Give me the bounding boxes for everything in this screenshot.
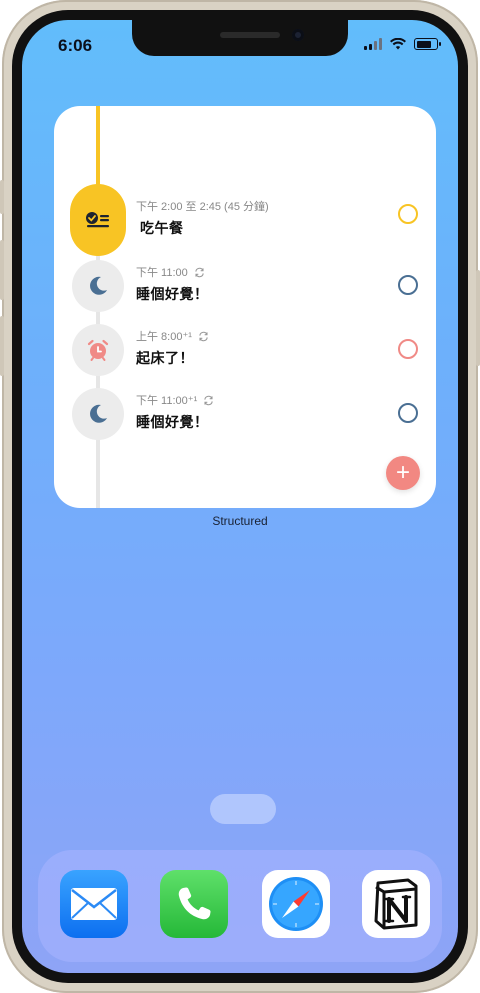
safari-app-icon[interactable] xyxy=(262,870,330,938)
timeline-item[interactable]: 下午 11:00 睡個好覺！ xyxy=(54,256,436,316)
structured-widget[interactable]: 下午 2:00 至 2:45 (45 分鐘) 吃午餐 下午 11:00 睡個好覺… xyxy=(54,106,436,508)
task-icon-node xyxy=(72,260,124,312)
dock xyxy=(38,850,442,962)
task-time: 下午 11:00⁺¹ xyxy=(136,395,198,407)
repeat-icon xyxy=(204,395,213,405)
complete-checkbox[interactable] xyxy=(398,275,418,295)
notch xyxy=(132,20,348,56)
signal-icon xyxy=(364,38,382,50)
envelope-icon xyxy=(71,888,117,920)
speaker xyxy=(220,32,280,38)
silent-switch xyxy=(0,180,4,214)
battery-icon xyxy=(414,38,441,50)
alarm-icon xyxy=(87,339,109,361)
volume-down-button xyxy=(0,316,4,376)
task-icon-node xyxy=(72,324,124,376)
phone-handset-icon xyxy=(178,887,211,920)
compass-icon xyxy=(269,877,323,931)
task-title: 吃午餐 xyxy=(140,220,184,236)
task-title: 起床了！ xyxy=(136,350,194,366)
repeat-icon xyxy=(199,331,208,341)
repeat-icon xyxy=(195,267,204,277)
status-icons xyxy=(364,38,441,50)
notion-logo-icon xyxy=(374,878,418,930)
checklist-icon xyxy=(86,212,109,228)
moon-icon xyxy=(90,276,107,295)
complete-checkbox[interactable] xyxy=(398,204,418,224)
timeline-progress xyxy=(96,106,100,188)
timeline-item[interactable]: 上午 8:00⁺¹ 起床了！ xyxy=(54,320,436,380)
status-time: 6:06 xyxy=(58,36,93,55)
task-title: 睡個好覺！ xyxy=(136,286,209,302)
volume-up-button xyxy=(0,240,4,300)
front-camera xyxy=(292,29,304,41)
task-time: 下午 11:00 xyxy=(136,267,188,279)
timeline-item[interactable]: 下午 11:00⁺¹ 睡個好覺！ xyxy=(54,384,436,444)
moon-icon xyxy=(90,404,107,423)
complete-checkbox[interactable] xyxy=(398,339,418,359)
complete-checkbox[interactable] xyxy=(398,403,418,423)
task-time: 下午 2:00 至 2:45 (45 分鐘) xyxy=(136,201,269,213)
task-time: 上午 8:00⁺¹ xyxy=(136,331,192,343)
task-icon-node xyxy=(70,184,126,256)
timeline-item[interactable]: 下午 2:00 至 2:45 (45 分鐘) 吃午餐 xyxy=(54,184,436,256)
page-indicator[interactable] xyxy=(210,794,276,824)
add-task-button[interactable]: + xyxy=(386,456,420,490)
task-icon-node xyxy=(72,388,124,440)
phone-app-icon[interactable] xyxy=(160,870,228,938)
power-button xyxy=(476,270,480,366)
widget-label: Structured xyxy=(212,514,268,528)
wifi-icon xyxy=(390,38,406,50)
mail-app-icon[interactable] xyxy=(60,870,128,938)
task-title: 睡個好覺！ xyxy=(136,414,209,430)
home-screen: 6:06 下午 2:00 至 2:45 (45 分鐘) 吃午餐 下午 11:00… xyxy=(22,20,458,973)
notion-app-icon[interactable] xyxy=(362,870,430,938)
